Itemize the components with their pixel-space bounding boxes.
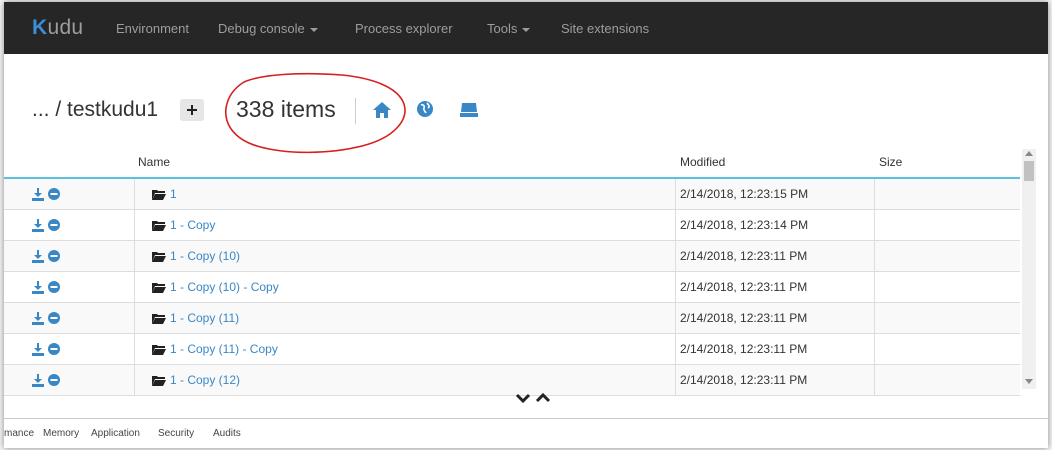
cell-divider <box>134 179 135 209</box>
cell-divider <box>874 241 875 271</box>
download-icon[interactable] <box>32 281 44 294</box>
drive-icon[interactable] <box>459 100 479 118</box>
cell-divider <box>134 334 135 364</box>
folder-icon <box>152 190 166 200</box>
tab-application[interactable]: Application <box>91 428 140 439</box>
delete-icon[interactable] <box>48 312 60 324</box>
delete-icon[interactable] <box>48 281 60 293</box>
table-header: Name Modified Size <box>4 149 1020 179</box>
delete-icon[interactable] <box>48 188 60 200</box>
navbar: Kudu Environment Debug console Process e… <box>4 2 1048 54</box>
file-name-link[interactable]: 1 - Copy (10) - Copy <box>170 280 279 294</box>
globe-icon[interactable] <box>416 100 434 118</box>
download-icon[interactable] <box>32 250 44 263</box>
caret-down-icon <box>309 27 318 32</box>
table-row: 1 - Copy (11) 2/14/2018, 12:23:11 PM <box>4 303 1020 334</box>
cell-divider <box>675 365 676 395</box>
annotation-circle <box>225 72 406 154</box>
delete-icon[interactable] <box>48 250 60 262</box>
column-header-modified[interactable]: Modified <box>680 155 725 169</box>
modified-date: 2/14/2018, 12:23:11 PM <box>680 280 808 294</box>
table-row: 1 - Copy (10) - Copy 2/14/2018, 12:23:11 … <box>4 272 1020 303</box>
modified-date: 2/14/2018, 12:23:11 PM <box>680 249 808 263</box>
file-table: Name Modified Size 1 2/14/2018, 12:23:15 … <box>4 149 1020 396</box>
modified-date: 2/14/2018, 12:23:14 PM <box>680 218 809 232</box>
bottom-tab-bar: mance Memory Application Security Audits <box>4 422 1048 448</box>
panel-divider <box>4 418 1048 419</box>
nav-debug-console[interactable]: Debug console <box>218 21 318 36</box>
scroll-thumb[interactable] <box>1024 161 1034 181</box>
download-icon[interactable] <box>32 374 44 387</box>
file-name-link[interactable]: 1 - Copy (11) - Copy <box>170 342 278 356</box>
table-row: 1 2/14/2018, 12:23:15 PM <box>4 179 1020 210</box>
tab-audits[interactable]: Audits <box>213 428 241 439</box>
cell-divider <box>134 365 135 395</box>
nav-process-explorer[interactable]: Process explorer <box>355 21 453 36</box>
nav-site-extensions[interactable]: Site extensions <box>561 21 649 36</box>
folder-icon <box>152 376 166 386</box>
folder-icon <box>152 314 166 324</box>
cell-divider <box>134 241 135 271</box>
cell-divider <box>675 241 676 271</box>
folder-icon <box>152 283 166 293</box>
cell-divider <box>874 210 875 240</box>
cell-divider <box>874 334 875 364</box>
table-row: 1 - Copy 2/14/2018, 12:23:14 PM <box>4 210 1020 241</box>
add-button[interactable] <box>180 99 204 121</box>
breadcrumb[interactable]: ... / testkudu1 <box>32 98 158 122</box>
file-name-link[interactable]: 1 <box>170 187 177 201</box>
modified-date: 2/14/2018, 12:23:11 PM <box>680 342 808 356</box>
delete-icon[interactable] <box>48 343 60 355</box>
folder-icon <box>152 252 166 262</box>
cell-divider <box>675 334 676 364</box>
cell-divider <box>675 210 676 240</box>
file-name-link[interactable]: 1 - Copy <box>170 218 215 232</box>
cell-divider <box>874 272 875 302</box>
tab-memory[interactable]: Memory <box>43 428 79 439</box>
column-header-name[interactable]: Name <box>138 155 170 169</box>
scroll-down-arrow[interactable] <box>1025 379 1033 384</box>
cell-divider <box>675 303 676 333</box>
modified-date: 2/14/2018, 12:23:11 PM <box>680 311 808 325</box>
file-name-link[interactable]: 1 - Copy (12) <box>170 373 240 387</box>
cell-divider <box>874 303 875 333</box>
file-name-link[interactable]: 1 - Copy (10) <box>170 249 240 263</box>
modified-date: 2/14/2018, 12:23:11 PM <box>680 373 808 387</box>
cell-divider <box>675 179 676 209</box>
download-icon[interactable] <box>32 343 44 356</box>
cell-divider <box>134 210 135 240</box>
folder-icon <box>152 221 166 231</box>
download-icon[interactable] <box>32 312 44 325</box>
table-row: 1 - Copy (11) - Copy 2/14/2018, 12:23:11 … <box>4 334 1020 365</box>
table-body: 1 2/14/2018, 12:23:15 PM 1 - Copy 2/14/2018… <box>4 179 1020 396</box>
nav-tools[interactable]: Tools <box>487 21 531 36</box>
resize-handle-icon[interactable] <box>514 390 554 406</box>
browser-frame: Kudu Environment Debug console Process e… <box>4 2 1048 448</box>
cell-divider <box>874 179 875 209</box>
delete-icon[interactable] <box>48 219 60 231</box>
caret-down-icon <box>522 27 531 32</box>
cell-divider <box>874 365 875 395</box>
table-scrollbar[interactable] <box>1022 149 1036 389</box>
folder-icon <box>152 345 166 355</box>
modified-date: 2/14/2018, 12:23:15 PM <box>680 187 809 201</box>
tab-performance[interactable]: mance <box>4 428 34 439</box>
file-name-link[interactable]: 1 - Copy (11) <box>170 311 239 325</box>
tab-security[interactable]: Security <box>158 428 194 439</box>
cell-divider <box>675 272 676 302</box>
table-row: 1 - Copy (12) 2/14/2018, 12:23:11 PM <box>4 365 1020 396</box>
cell-divider <box>134 272 135 302</box>
delete-icon[interactable] <box>48 374 60 386</box>
cell-divider <box>134 303 135 333</box>
download-icon[interactable] <box>32 219 44 232</box>
download-icon[interactable] <box>32 188 44 201</box>
table-row: 1 - Copy (10) 2/14/2018, 12:23:11 PM <box>4 241 1020 272</box>
column-header-size[interactable]: Size <box>879 155 902 169</box>
scroll-up-arrow[interactable] <box>1025 151 1033 156</box>
nav-environment[interactable]: Environment <box>116 21 189 36</box>
brand-logo[interactable]: Kudu <box>32 16 83 40</box>
